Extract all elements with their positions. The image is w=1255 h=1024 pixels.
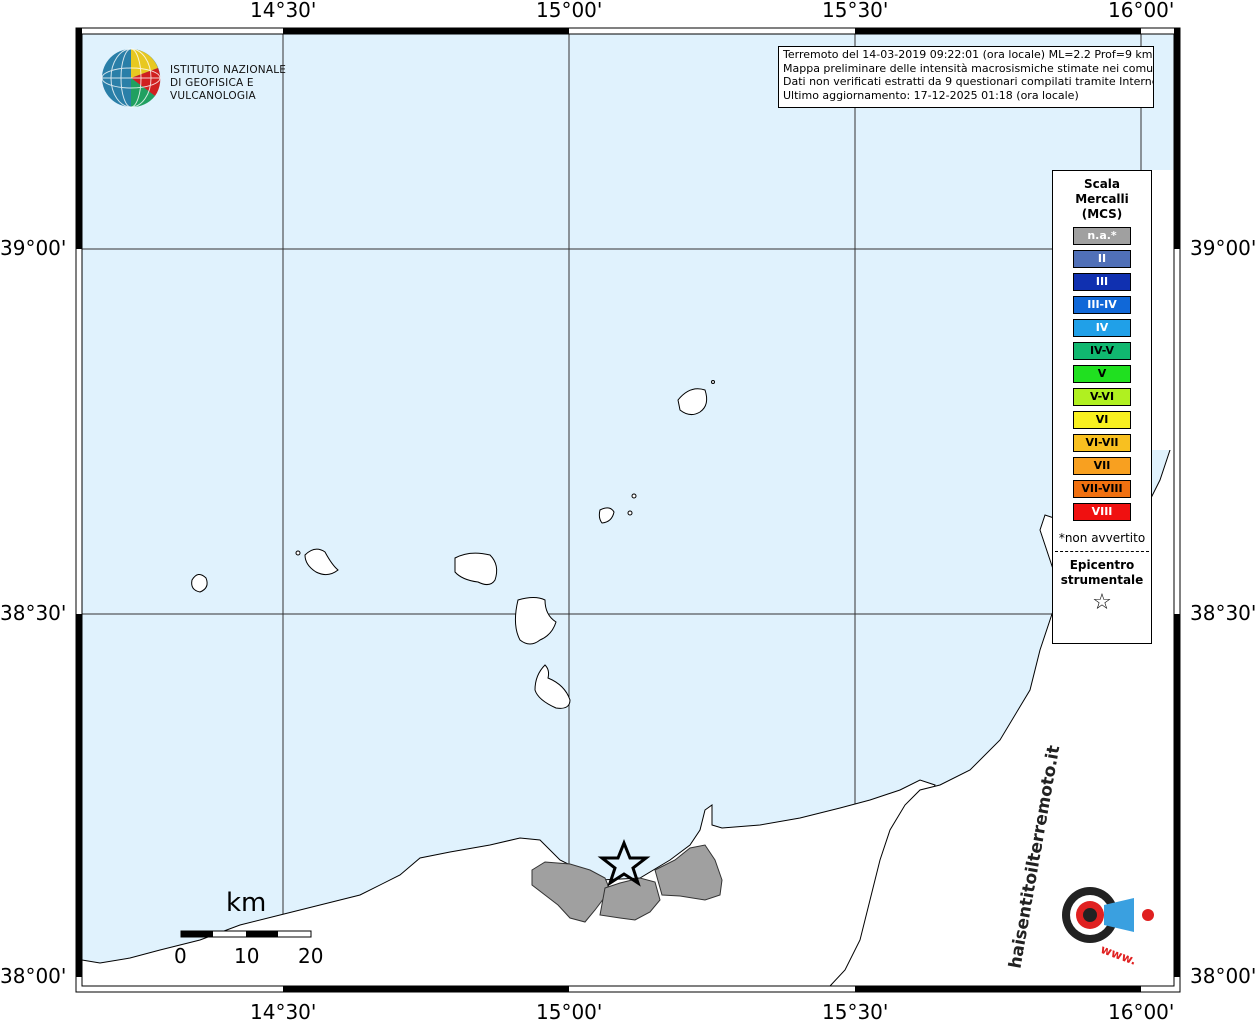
legend-item-4: IV: [1073, 319, 1131, 337]
legend-item-7: V-VI: [1073, 388, 1131, 406]
legend-epicenter-line1: Epicentro: [1069, 558, 1135, 572]
legend-title-line3: (MCS): [1081, 207, 1123, 221]
mcs-legend: Scala Mercalli (MCS) n.a.* II III III-IV IV I…: [1052, 170, 1152, 644]
event-info-line2: Mappa preliminare delle intensità macros…: [783, 61, 1154, 75]
scale-unit: km: [226, 888, 267, 918]
lat-label-right-2: 38°30': [1190, 601, 1255, 625]
event-info-line4: Ultimo aggiornamento: 17-12-2025 01:18 (…: [783, 88, 1079, 102]
lon-label-bottom-4: 16°00': [1108, 1000, 1175, 1024]
legend-item-11: VII-VIII: [1073, 480, 1131, 498]
legend-title: Scala Mercalli (MCS): [1053, 177, 1151, 222]
lat-label-right-1: 39°00': [1190, 236, 1255, 260]
scale-bar: [180, 930, 312, 938]
legend-epicenter-label: Epicentro strumentale: [1053, 558, 1151, 588]
scale-tick-0: 0: [174, 944, 187, 968]
ingv-logo-text: ISTITUTO NAZIONALE DI GEOFISICA E VULCAN…: [170, 64, 320, 103]
lon-label-top-2: 15°00': [536, 0, 603, 22]
lat-label-left-1: 39°00': [0, 236, 67, 260]
island-alicudi: [191, 574, 208, 593]
legend-note: *non avvertito: [1058, 531, 1146, 545]
ingv-logo: ISTITUTO NAZIONALE DI GEOFISICA E VULCAN…: [100, 48, 320, 110]
lon-label-bottom-1: 14°30': [250, 1000, 317, 1024]
calabria-coast-2: [1150, 170, 1174, 450]
ingv-logo-line2: DI GEOFISICA E VULCANOLOGIA: [170, 77, 256, 102]
lat-label-right-3: 38°00': [1190, 964, 1255, 988]
scale-tick-20: 20: [298, 944, 324, 968]
legend-item-12: VIII: [1073, 503, 1131, 521]
legend-separator: [1055, 551, 1149, 552]
lon-label-bottom-2: 15°00': [536, 1000, 603, 1024]
legend-item-5: IV-V: [1073, 342, 1131, 360]
lon-label-top-3: 15°30': [822, 0, 889, 22]
lat-label-left-3: 38°00': [0, 964, 67, 988]
event-info-box: Terremoto del 14-03-2019 09:22:01 (ora l…: [778, 46, 1154, 108]
legend-epicenter-line2: strumentale: [1060, 573, 1144, 587]
lon-label-bottom-3: 15°30': [822, 1000, 889, 1024]
legend-star-icon: ☆: [1092, 590, 1112, 615]
legend-item-2: III: [1073, 273, 1131, 291]
legend-item-8: VI: [1073, 411, 1131, 429]
lon-label-top-4: 16°00': [1108, 0, 1175, 22]
legend-item-10: VII: [1073, 457, 1131, 475]
legend-item-3: III-IV: [1073, 296, 1131, 314]
legend-item-9: VI-VII: [1073, 434, 1131, 452]
event-info-line3: Dati non verificati estratti da 9 questi…: [783, 75, 1154, 88]
scale-tick-10: 10: [234, 944, 260, 968]
legend-items: n.a.* II III III-IV IV IV-V V V-VI VI VI-VII VII VI…: [1053, 227, 1151, 521]
legend-item-1: II: [1073, 250, 1131, 268]
ingv-logo-line1: ISTITUTO NAZIONALE: [170, 64, 287, 76]
legend-item-6: V: [1073, 365, 1131, 383]
legend-title-line1: Scala: [1083, 177, 1121, 191]
lat-label-left-2: 38°30': [0, 601, 67, 625]
legend-title-line2: Mercalli: [1075, 192, 1129, 206]
lon-label-top-1: 14°30': [250, 0, 317, 22]
event-info-line1: Terremoto del 14-03-2019 09:22:01 (ora l…: [783, 48, 1153, 61]
legend-item-0: n.a.*: [1073, 227, 1131, 245]
